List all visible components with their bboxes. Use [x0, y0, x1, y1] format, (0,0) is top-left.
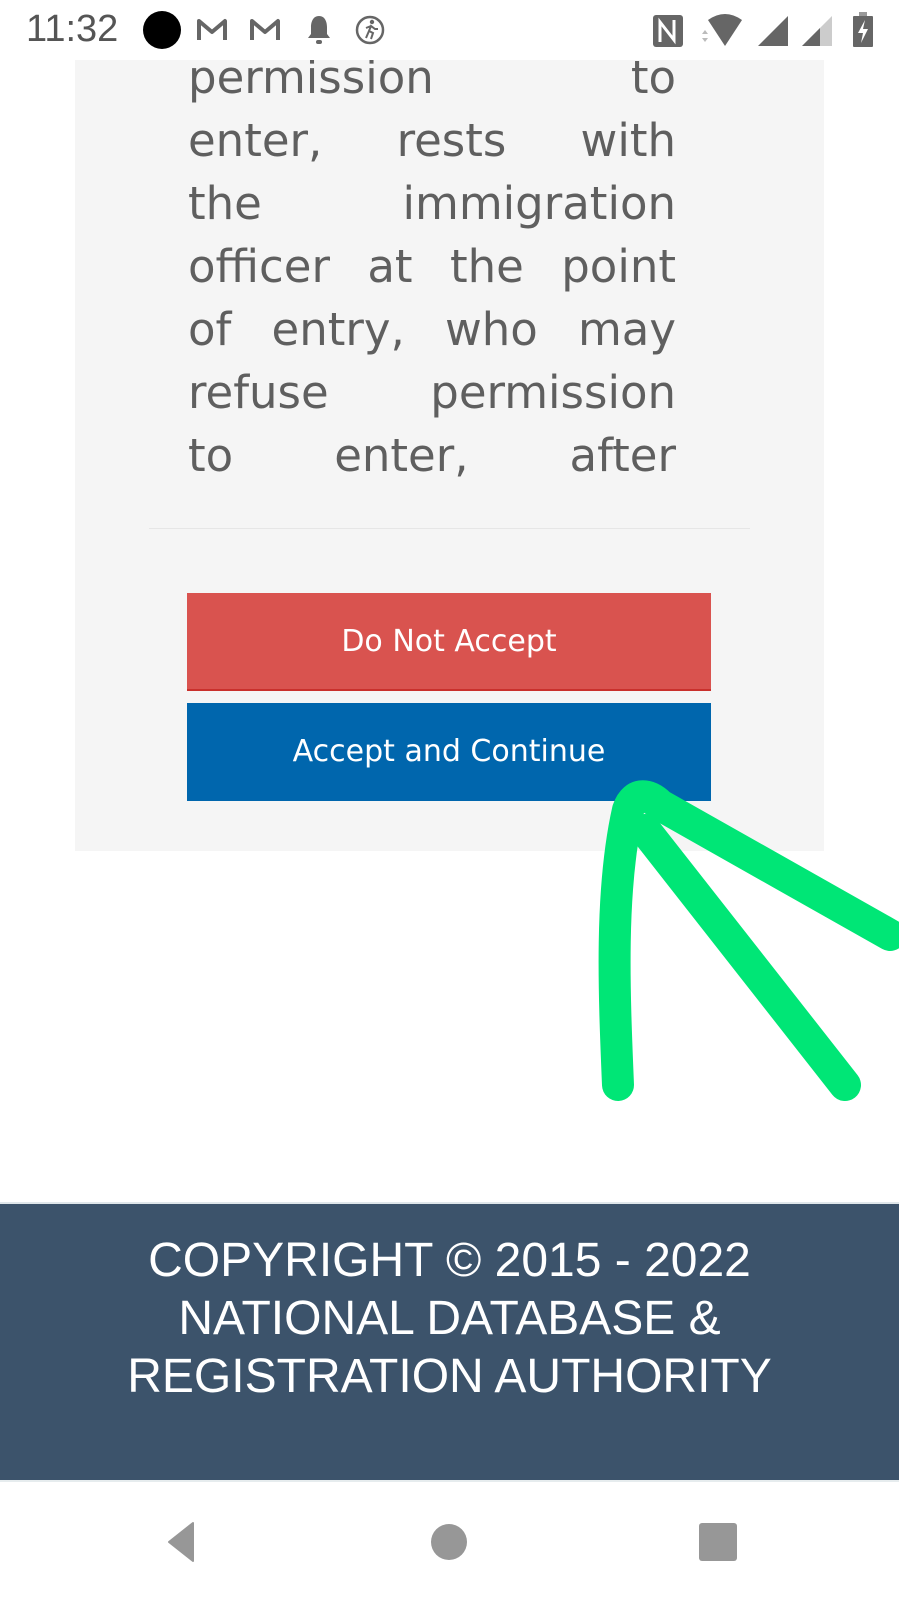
signal-partial-icon	[802, 16, 832, 46]
terms-text: permission to enter, rests with the immi…	[188, 58, 676, 487]
wifi-icon	[702, 14, 742, 46]
divider	[149, 528, 750, 529]
terms-word: immigration	[402, 177, 676, 230]
battery-charging-icon	[853, 12, 873, 47]
status-bar: 11:32	[0, 0, 899, 60]
organization-line: REGISTRATION AUTHORITY	[127, 1350, 772, 1403]
signal-full-icon	[758, 16, 788, 46]
copyright-line: COPYRIGHT © 2015 - 2022	[148, 1234, 751, 1287]
terms-word: permission	[430, 366, 676, 419]
footer: COPYRIGHT © 2015 - 2022 NATIONAL DATABAS…	[0, 1202, 899, 1480]
record-dot-icon	[143, 11, 181, 49]
terms-word: of	[188, 303, 232, 356]
terms-word: after	[569, 429, 676, 482]
terms-word: entry,	[271, 303, 405, 356]
organization-line: NATIONAL DATABASE &	[178, 1292, 721, 1345]
activity-tracker-icon	[355, 15, 385, 45]
terms-word: permission	[188, 58, 434, 104]
terms-word: with	[580, 114, 676, 167]
terms-word: to	[188, 429, 234, 482]
navigation-bar	[0, 1480, 899, 1601]
copyright-text: COPYRIGHT © 2015 - 2022 NATIONAL DATABAS…	[0, 1232, 899, 1406]
do-not-accept-button[interactable]: Do Not Accept	[187, 593, 711, 691]
nfc-icon	[653, 15, 683, 47]
terms-word: the	[188, 177, 262, 230]
terms-word: officer	[188, 240, 330, 293]
recents-icon[interactable]	[693, 1517, 743, 1567]
accept-and-continue-button[interactable]: Accept and Continue	[187, 703, 711, 801]
terms-card: permission to enter, rests with the immi…	[75, 58, 824, 851]
status-time: 11:32	[26, 8, 119, 50]
terms-line: of entry, who may	[188, 298, 676, 361]
gmail-icon	[197, 19, 227, 40]
terms-line: the immigration	[188, 172, 676, 235]
terms-word: at	[367, 240, 413, 293]
terms-word: enter,	[188, 114, 323, 167]
terms-word: point	[561, 240, 676, 293]
terms-word: refuse	[188, 366, 329, 419]
terms-line: refuse permission	[188, 361, 676, 424]
terms-line: to enter, after	[188, 424, 676, 487]
terms-word: enter,	[334, 429, 469, 482]
notification-bell-icon	[308, 16, 330, 44]
terms-word: may	[577, 303, 676, 356]
back-icon[interactable]	[155, 1517, 205, 1567]
terms-line: enter, rests with	[188, 109, 676, 172]
home-icon[interactable]	[424, 1517, 474, 1567]
terms-word: to	[630, 58, 676, 104]
terms-word: who	[444, 303, 538, 356]
terms-line: permission to	[188, 58, 676, 109]
terms-word: the	[449, 240, 524, 293]
terms-line: officer at the point	[188, 235, 676, 298]
terms-word: rests	[396, 114, 507, 167]
gmail-icon	[250, 19, 280, 40]
